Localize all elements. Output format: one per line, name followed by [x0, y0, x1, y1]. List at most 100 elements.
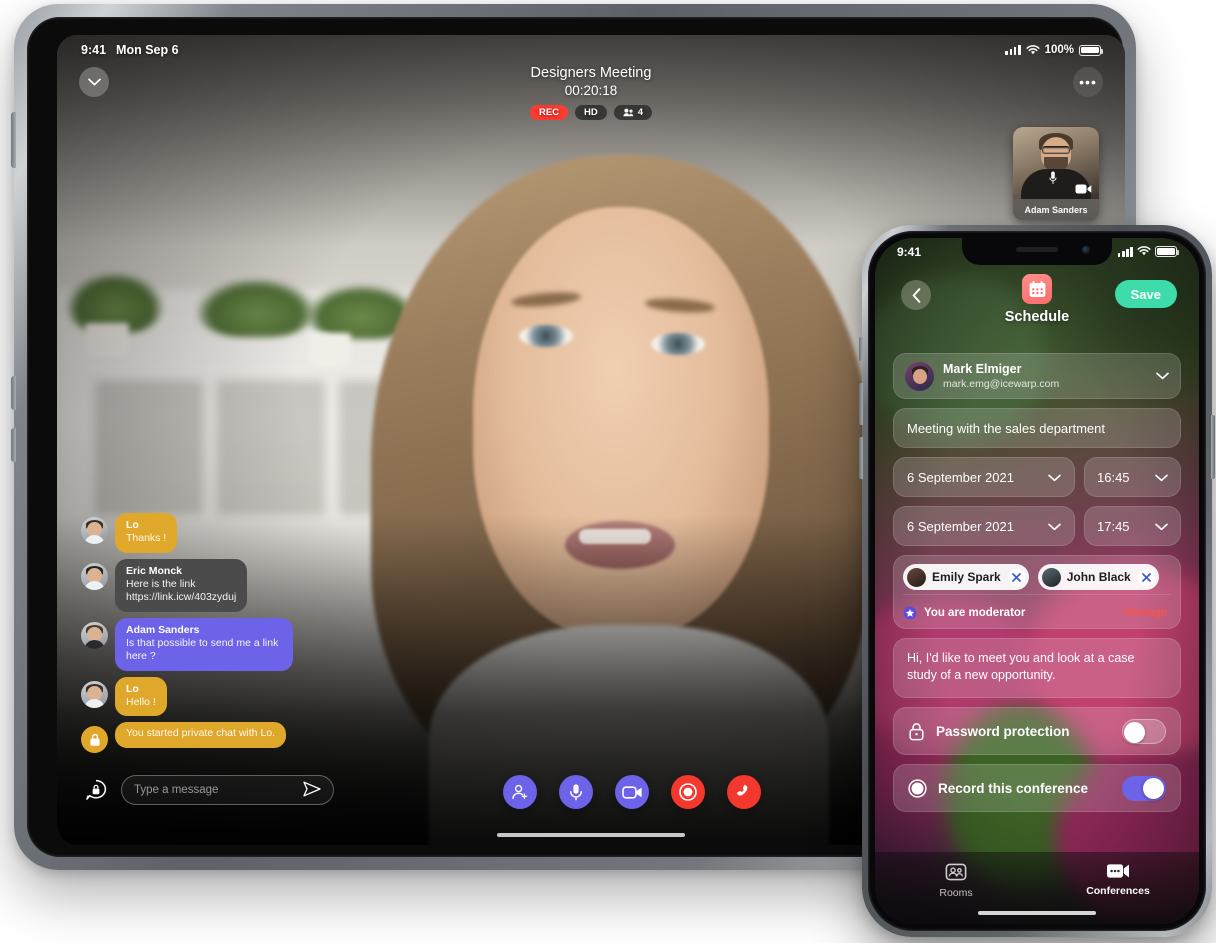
message-input[interactable]: Type a message: [121, 775, 334, 805]
chat-system-message: You started private chat with Lo.: [81, 722, 341, 753]
end-time-select[interactable]: 17:45: [1084, 506, 1181, 546]
record-conference-toggle[interactable]: [1122, 775, 1166, 801]
start-date-select[interactable]: 6 September 2021: [893, 457, 1075, 497]
schedule-form: Mark Elmiger mark.emg@icewarp.com Meetin…: [893, 353, 1181, 812]
cellular-signal-icon: [1117, 246, 1133, 257]
send-button[interactable]: [303, 781, 321, 800]
add-participant-button[interactable]: [503, 775, 537, 809]
iphone-volume-down-button[interactable]: [859, 437, 863, 479]
add-person-icon: [512, 784, 528, 800]
chat-message: Adam Sanders Is that possible to send me…: [81, 617, 341, 671]
tab-conferences[interactable]: Conferences: [1037, 862, 1199, 897]
ipad-status-time: 9:41: [81, 43, 107, 57]
message-composer: Type a message: [81, 775, 334, 805]
organizer-email: mark.emg@icewarp.com: [943, 377, 1060, 390]
start-time-select[interactable]: 16:45: [1084, 457, 1181, 497]
avatar: [81, 621, 108, 649]
badge-participants: 4: [613, 105, 653, 120]
chat-bubble: You started private chat with Lo.: [115, 722, 287, 748]
remove-participant-button[interactable]: [1137, 568, 1155, 586]
camera-button[interactable]: [615, 775, 649, 809]
chat-text: Here is the link https://link.icw/403zyd…: [126, 577, 237, 604]
iphone-screen: 9:41 Save Schedule Mark Elmiger mark.emg…: [875, 238, 1199, 924]
battery-percent-label: 100%: [1044, 44, 1074, 56]
participant-name: Emily Spark: [932, 570, 1001, 584]
lock-icon: [89, 733, 100, 746]
call-badges: REC HD 4: [57, 105, 1125, 120]
record-conference-row[interactable]: Record this conference: [893, 764, 1181, 812]
iphone-power-button[interactable]: [1211, 415, 1215, 479]
chat-sender: Eric Monck: [126, 564, 183, 577]
record-icon: [908, 778, 927, 798]
iphone-status-bar: 9:41: [875, 238, 1199, 265]
ipad-volume-down-button[interactable]: [11, 428, 16, 462]
chevron-down-icon: [1155, 470, 1168, 485]
chat-sender: Lo: [126, 682, 139, 695]
iphone-volume-up-button[interactable]: [859, 383, 863, 425]
remove-participant-button[interactable]: [1007, 568, 1025, 586]
chat-bubble: Eric Monck Here is the link https://link…: [115, 558, 248, 612]
iphone-device: 9:41 Save Schedule Mark Elmiger mark.emg…: [859, 225, 1215, 937]
lock-icon: [909, 722, 924, 740]
password-protection-row[interactable]: Password protection: [893, 707, 1181, 755]
iphone-mute-switch[interactable]: [859, 337, 863, 361]
call-title: Designers Meeting: [530, 65, 652, 81]
tab-label: Rooms: [939, 887, 973, 899]
ipad-power-button[interactable]: [11, 112, 16, 168]
chat-message: Lo Hello !: [81, 676, 341, 716]
chat-bubble: Lo Hello !: [115, 676, 167, 716]
chat-sender: Adam Sanders: [126, 623, 200, 636]
chat-text: Hello !: [126, 695, 156, 708]
iphone-home-indicator[interactable]: [978, 911, 1096, 915]
end-date-value: 6 September 2021: [907, 518, 1014, 534]
note-value: Hi, I'd like to meet you and look at a c…: [907, 651, 1135, 682]
private-chat-button[interactable]: [81, 775, 111, 805]
end-date-select[interactable]: 6 September 2021: [893, 506, 1075, 546]
moderator-label: You are moderator: [924, 606, 1026, 619]
avatar: [81, 680, 108, 708]
organizer-row[interactable]: Mark Elmiger mark.emg@icewarp.com: [893, 353, 1181, 399]
chevron-down-icon[interactable]: [1156, 367, 1169, 385]
camera-icon: [1075, 184, 1092, 194]
chat-message: Eric Monck Here is the link https://link…: [81, 558, 341, 612]
ipad-volume-up-button[interactable]: [11, 376, 16, 410]
close-icon: [1141, 572, 1151, 582]
ipad-home-indicator[interactable]: [497, 833, 685, 837]
chat-sender: Lo: [126, 519, 139, 531]
moderator-row: You are moderator Manage: [903, 594, 1171, 628]
microphone-button[interactable]: [559, 775, 593, 809]
conferences-icon: [1107, 864, 1129, 878]
avatar: [81, 562, 108, 590]
chat-bubble: Lo Thanks !: [115, 513, 178, 553]
microphone-icon: [1049, 171, 1057, 184]
subject-input[interactable]: Meeting with the sales department: [893, 408, 1181, 448]
subject-value: Meeting with the sales department: [907, 420, 1105, 436]
chat-message-list: Lo Thanks ! Eric Monck Here is the link …: [81, 513, 341, 753]
call-timer: 00:20:18: [564, 83, 618, 98]
badge-hd: HD: [575, 105, 607, 120]
battery-icon: [1079, 44, 1103, 56]
self-view-name: Adam Sanders: [1013, 199, 1099, 220]
people-icon: [623, 108, 633, 117]
manage-participants-button[interactable]: Manage: [1124, 607, 1171, 619]
participant-count: 4: [637, 107, 644, 118]
stop-recording-button[interactable]: [671, 775, 705, 809]
end-call-button[interactable]: [727, 775, 761, 809]
participant-pill[interactable]: Emily Spark: [903, 564, 1029, 590]
tab-rooms[interactable]: Rooms: [875, 862, 1037, 899]
hang-up-icon: [736, 784, 747, 796]
video-camera-icon: [621, 785, 642, 799]
send-icon: [303, 781, 321, 796]
avatar: [907, 567, 926, 587]
password-protection-toggle[interactable]: [1122, 718, 1166, 744]
self-view-tile[interactable]: Adam Sanders: [1013, 127, 1099, 220]
back-button[interactable]: [901, 280, 931, 310]
password-protection-label: Password protection: [936, 723, 1070, 739]
note-input[interactable]: Hi, I'd like to meet you and look at a c…: [893, 638, 1181, 698]
organizer-name: Mark Elmiger: [943, 361, 1022, 376]
save-button[interactable]: Save: [1114, 280, 1177, 308]
battery-icon: [1155, 246, 1179, 257]
participant-pill[interactable]: John Black: [1037, 564, 1159, 590]
chevron-down-icon: [1048, 470, 1061, 485]
badge-recording: REC: [529, 105, 569, 120]
